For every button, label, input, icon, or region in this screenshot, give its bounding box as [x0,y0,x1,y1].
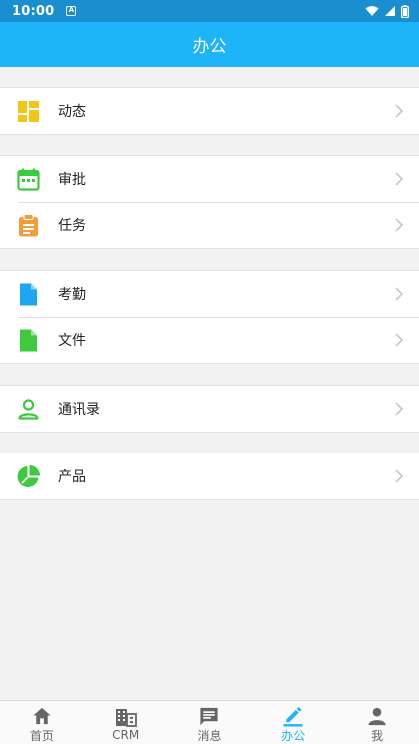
tab-messages[interactable]: 消息 [168,701,252,744]
tab-me[interactable]: 我 [335,701,419,744]
home-icon [33,707,51,725]
message-icon [200,707,219,726]
app-bar: 办公 [0,22,419,67]
menu-label: 文件 [58,333,86,349]
menu-group-3: 考勤 文件 [0,270,419,364]
tab-label: 首页 [29,729,54,743]
menu-label: 审批 [58,172,86,188]
chevron-right-icon [395,218,403,232]
menu-item-attendance[interactable]: 考勤 [0,271,419,317]
battery-icon [401,4,409,18]
tab-label: 消息 [197,729,222,743]
signal-icon [385,6,395,16]
tab-crm[interactable]: CRM [84,701,168,744]
tab-office[interactable]: 办公 [251,701,335,744]
building-icon [115,709,137,727]
status-time: 10:00 [12,3,55,19]
menu-item-files[interactable]: 文件 [0,317,419,363]
chevron-right-icon [395,104,403,118]
chevron-right-icon [395,333,403,347]
chevron-right-icon [395,172,403,186]
menu-label: 考勤 [58,287,86,303]
menu-label: 产品 [58,469,86,485]
tab-label: 办公 [281,729,306,743]
menu-item-contacts[interactable]: 通讯录 [0,386,419,432]
file-icon [20,329,37,352]
menu-label: 通讯录 [58,402,100,418]
wifi-icon [365,6,379,16]
contact-icon [18,399,39,420]
chevron-right-icon [395,469,403,483]
menu-item-dynamics[interactable]: 动态 [0,88,419,134]
menu-item-approval[interactable]: 审批 [0,156,419,202]
menu-item-tasks[interactable]: 任务 [0,202,419,248]
menu-group-2: 审批 任务 [0,155,419,249]
person-icon [368,707,386,726]
page-title: 办公 [192,37,227,57]
status-bar: 10:00 A [0,0,419,22]
dashboard-icon [18,101,39,122]
menu-label: 任务 [58,218,86,234]
tab-home[interactable]: 首页 [0,701,84,744]
pencil-icon [283,706,303,727]
clipboard-icon [19,214,38,237]
bottom-tab-bar: 首页 CRM 消息 办公 我 [0,700,419,744]
menu-item-products[interactable]: 产品 [0,453,419,499]
chevron-right-icon [395,402,403,416]
tab-label: CRM [112,728,140,742]
notification-icon: A [66,6,77,16]
tab-label: 我 [371,729,384,743]
document-icon [20,283,37,306]
pie-chart-icon [17,465,40,487]
status-icons [365,4,409,18]
calendar-icon [17,168,40,191]
menu-group-4: 通讯录 [0,385,419,433]
chevron-right-icon [395,287,403,301]
menu-group-1: 动态 [0,87,419,135]
menu-group-5: 产品 [0,453,419,500]
menu-label: 动态 [58,104,86,120]
